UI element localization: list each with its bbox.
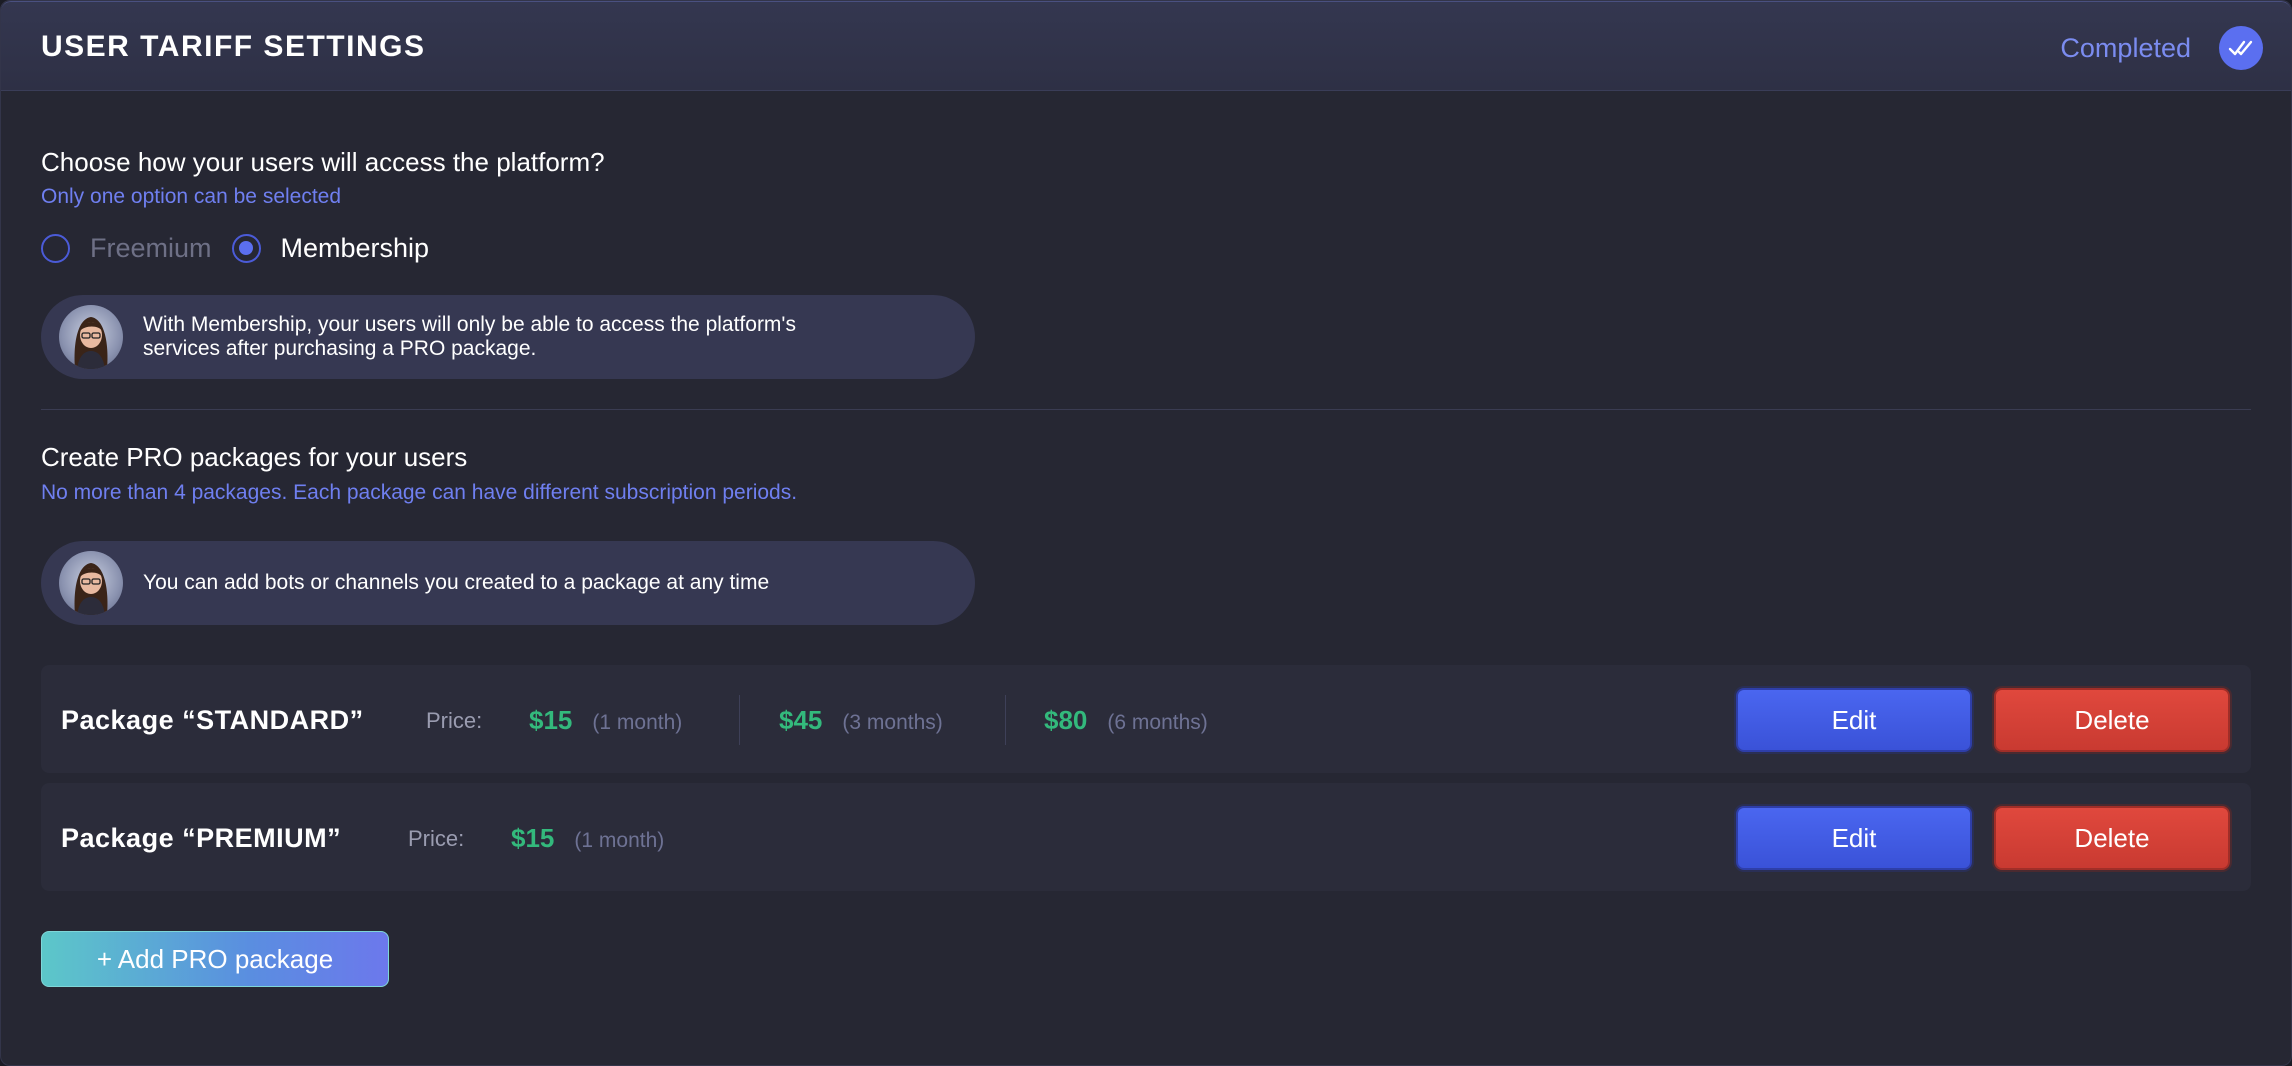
radio-checked-icon [231,234,261,263]
access-hint: Only one option can be selected [41,185,342,208]
membership-info-bubble: With Membership, your users will only be… [41,295,975,379]
radio-membership[interactable]: Membership [231,233,430,264]
edit-package-button[interactable]: Edit [1736,806,1972,870]
delete-package-button[interactable]: Delete [1994,806,2230,870]
price-value: $15 [511,823,555,853]
price-label: Price: [408,826,465,851]
status-label: Completed [2060,33,2191,63]
price-value: $45 [779,705,823,735]
assistant-avatar [59,551,123,615]
price-period: (1 month) [574,829,665,852]
access-question: Choose how your users will access the pl… [41,147,605,177]
radio-freemium[interactable]: Freemium [41,233,212,264]
price-option: $15 (1 month) [511,823,664,854]
price-period: (3 months) [842,711,943,734]
price-separator [1005,695,1006,745]
radio-unchecked-icon [41,234,70,263]
page-title: USER TARIFF SETTINGS [41,30,426,63]
price-period: (6 months) [1107,711,1208,734]
price-option: $80 (6 months) [1044,705,1208,736]
price-option: $45 (3 months) [779,705,943,736]
assistant-avatar [59,305,123,369]
price-period: (1 month) [592,711,683,734]
package-row-premium: Package “PREMIUM” Price: $15 (1 month) E… [41,783,2251,891]
package-name: Package “PREMIUM” [61,823,342,853]
section-divider [41,409,2251,410]
packages-hint: No more than 4 packages. Each package ca… [41,481,798,504]
delete-package-button[interactable]: Delete [1994,688,2230,752]
price-value: $15 [529,705,573,735]
packages-info-bubble: You can add bots or channels you created… [41,541,975,625]
access-radio-group: Freemium Membership [41,233,449,264]
package-row-standard: Package “STANDARD” Price: $15 (1 month) … [41,665,2251,773]
membership-info-text: With Membership, your users will only be… [143,313,796,361]
membership-info-line1: With Membership, your users will only be… [143,313,796,336]
packages-info-text: You can add bots or channels you created… [143,571,770,594]
membership-info-line2: services after purchasing a PRO package. [143,337,537,360]
price-separator [739,695,740,745]
radio-membership-label: Membership [280,233,430,263]
double-check-icon [2219,26,2263,70]
add-pro-package-button[interactable]: + Add PRO package [41,931,389,987]
tariff-settings-panel: USER TARIFF SETTINGS Completed Choose ho… [0,0,2292,1066]
packages-title: Create PRO packages for your users [41,442,468,472]
edit-package-button[interactable]: Edit [1736,688,1972,752]
price-value: $80 [1044,705,1088,735]
package-name: Package “STANDARD” [61,705,364,735]
price-label: Price: [426,708,483,733]
radio-freemium-label: Freemium [90,233,212,263]
price-option: $15 (1 month) [529,705,682,736]
panel-header: USER TARIFF SETTINGS Completed [1,1,2291,91]
